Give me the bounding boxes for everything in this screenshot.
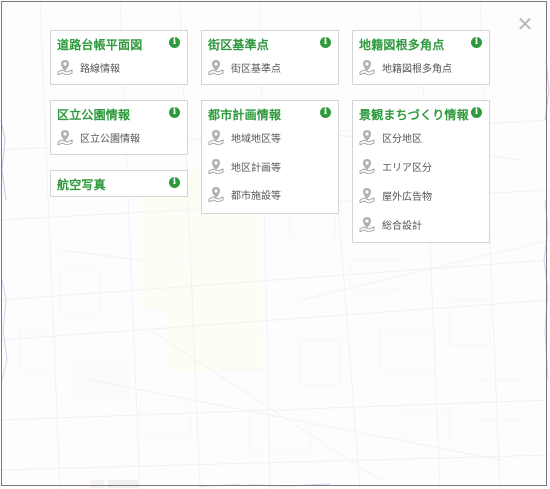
card-title-urban-planning-info: 都市計画情報 bbox=[208, 108, 282, 122]
card-ward-park-info: 区立公園情報 i 区立公園情報 bbox=[50, 100, 188, 155]
map-pin-icon bbox=[359, 60, 375, 75]
layer-item-road-route[interactable]: 路線情報 bbox=[57, 58, 120, 76]
layer-item-label: エリア区分 bbox=[382, 162, 432, 174]
info-icon[interactable]: i bbox=[169, 177, 180, 188]
layer-item-label: 路線情報 bbox=[80, 63, 120, 75]
layer-item-area-divisions[interactable]: エリア区分 bbox=[359, 157, 432, 175]
card-urban-planning-info: 都市計画情報 i 地域地区等 地区計画等 都市施設等 bbox=[201, 100, 339, 214]
card-block-reference-point: 街区基準点 i 街区基準点 bbox=[201, 30, 339, 85]
map-pin-icon bbox=[208, 187, 224, 202]
layer-item-label: 区分地区 bbox=[382, 133, 422, 145]
map-pin-icon bbox=[57, 60, 73, 75]
layer-item-label: 総合設計 bbox=[382, 220, 422, 232]
map-pin-icon bbox=[208, 130, 224, 145]
map-pin-icon bbox=[359, 188, 375, 203]
map-pin-icon bbox=[208, 60, 224, 75]
info-icon[interactable]: i bbox=[320, 37, 331, 48]
card-title-landscape-info: 景観まちづくり情報 bbox=[359, 108, 469, 122]
card-landscape-info: 景観まちづくり情報 i 区分地区 エリア区分 屋外広告物 総合設計 bbox=[352, 100, 490, 243]
info-icon[interactable]: i bbox=[169, 107, 180, 118]
layer-item-cadastral-traverse-point[interactable]: 地籍図根多角点 bbox=[359, 58, 452, 76]
card-aerial-photo[interactable]: 航空写真 i bbox=[50, 170, 188, 197]
close-icon[interactable]: ✕ bbox=[515, 14, 535, 34]
layer-item-comprehensive-design[interactable]: 総合設計 bbox=[359, 215, 422, 233]
info-icon[interactable]: i bbox=[471, 37, 482, 48]
map-pin-icon bbox=[57, 130, 73, 145]
card-title-block-reference-point: 街区基準点 bbox=[208, 38, 270, 52]
layer-item-zone-districts[interactable]: 区分地区 bbox=[359, 128, 422, 146]
info-icon[interactable]: i bbox=[169, 37, 180, 48]
layer-item-district-plans[interactable]: 地区計画等 bbox=[208, 157, 281, 175]
info-icon[interactable]: i bbox=[320, 107, 331, 118]
info-icon[interactable]: i bbox=[471, 107, 482, 118]
layer-item-ward-park-info[interactable]: 区立公園情報 bbox=[57, 128, 140, 146]
layer-item-zoning-districts[interactable]: 地域地区等 bbox=[208, 128, 281, 146]
layer-item-label: 区立公園情報 bbox=[80, 133, 140, 145]
card-title-cadastral-traverse-point: 地籍図根多角点 bbox=[359, 38, 445, 52]
layer-item-block-reference-point[interactable]: 街区基準点 bbox=[208, 58, 281, 76]
layer-item-label: 都市施設等 bbox=[231, 190, 281, 202]
layer-item-label: 地区計画等 bbox=[231, 162, 281, 174]
map-pin-icon bbox=[359, 159, 375, 174]
layer-item-urban-facilities[interactable]: 都市施設等 bbox=[208, 185, 281, 203]
card-title-road-ledger: 道路台帳平面図 bbox=[57, 38, 143, 52]
layer-item-outdoor-advertising[interactable]: 屋外広告物 bbox=[359, 186, 432, 204]
layer-item-label: 街区基準点 bbox=[231, 63, 281, 75]
map-pin-icon bbox=[359, 217, 375, 232]
map-pin-icon bbox=[208, 159, 224, 174]
card-title-ward-park-info: 区立公園情報 bbox=[57, 108, 131, 122]
layer-item-label: 地域地区等 bbox=[231, 133, 281, 145]
card-title-aerial-photo: 航空写真 bbox=[57, 178, 106, 192]
layer-item-label: 地籍図根多角点 bbox=[382, 63, 452, 75]
map-pin-icon bbox=[359, 130, 375, 145]
card-cadastral-traverse-point: 地籍図根多角点 i 地籍図根多角点 bbox=[352, 30, 490, 85]
layer-item-label: 屋外広告物 bbox=[382, 191, 432, 203]
card-road-ledger: 道路台帳平面図 i 路線情報 bbox=[50, 30, 188, 85]
